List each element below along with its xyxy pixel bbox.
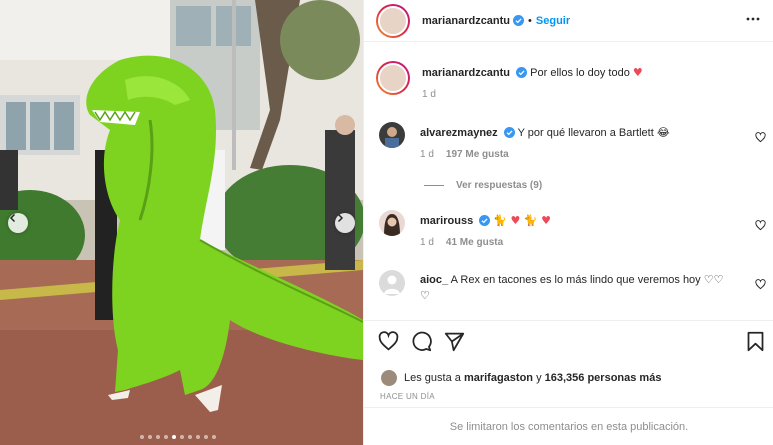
author-username[interactable]: marianardzcantu — [422, 15, 510, 27]
comment-row: aioc_ A Rex en tacones es lo más lindo q… — [376, 270, 750, 304]
comment-text: A Rex en tacones es lo más lindo que ver… — [450, 274, 724, 286]
post-photo — [0, 0, 363, 445]
verified-icon — [513, 15, 525, 26]
comment-username[interactable]: marirouss — [420, 215, 473, 227]
liker-avatar[interactable] — [380, 369, 398, 387]
author-avatar[interactable] — [376, 61, 410, 95]
caption-text: Por ellos lo doy todo — [530, 67, 630, 79]
carousel-dot — [196, 435, 200, 439]
likes-count[interactable]: 163,356 personas más — [545, 372, 662, 384]
commenter-avatar[interactable] — [379, 270, 405, 296]
caption-username[interactable]: marianardzcantu — [422, 67, 510, 79]
carousel-dot — [164, 435, 168, 439]
likes-summary: Les gusta a marifagaston y 163,356 perso… — [380, 369, 661, 387]
comment-text: Y por qué llevaron a Bartlett — [517, 127, 654, 139]
carousel-dot — [188, 435, 192, 439]
previous-photo-button[interactable] — [8, 213, 28, 233]
view-replies-button[interactable]: Ver respuestas (9) — [424, 180, 542, 191]
carousel-dot — [156, 435, 160, 439]
more-icon[interactable] — [746, 12, 760, 26]
carousel-dot — [212, 435, 216, 439]
carousel-dot — [148, 435, 152, 439]
comment-row: alvarezmaynez Y por qué llevaron a Bartl… — [376, 122, 740, 160]
carousel-dot — [172, 435, 176, 439]
author-avatar[interactable] — [376, 3, 410, 38]
comment-emoji: 🐈 ♥ 🐈 ♥ — [493, 214, 551, 227]
likes-middle: y — [536, 372, 542, 384]
view-replies-label: Ver respuestas (9) — [456, 180, 543, 191]
caption-row: marianardzcantu Por ellos lo doy todo ♥ … — [376, 61, 742, 100]
caption-age[interactable]: 1 d — [422, 89, 436, 100]
post-date[interactable]: HACE UN DÍA — [380, 392, 435, 401]
chevron-right-icon — [337, 213, 344, 223]
verified-icon — [479, 215, 491, 226]
comment-emoji: 😂 — [656, 126, 670, 139]
comments-section: marianardzcantu Por ellos lo doy todo ♥ … — [364, 43, 773, 320]
comment-icon[interactable] — [411, 331, 432, 352]
comments-limited-notice: Se limitaron los comentarios en esta pub… — [364, 407, 773, 445]
commenter-avatar[interactable] — [379, 122, 405, 148]
liker-username[interactable]: marifagaston — [464, 372, 533, 384]
post-header: marianardzcantu • Seguir — [364, 0, 773, 42]
carousel-dot — [180, 435, 184, 439]
follow-button[interactable]: Seguir — [536, 15, 570, 27]
next-photo-button[interactable] — [335, 213, 355, 233]
comment-likes[interactable]: 41 Me gusta — [446, 237, 503, 248]
comment-age[interactable]: 1 d — [420, 149, 434, 160]
dinosaur-photo — [0, 0, 363, 445]
post-details-panel: marianardzcantu • Seguir marianardzcantu… — [363, 0, 773, 445]
commenter-avatar[interactable] — [379, 210, 405, 236]
bookmark-icon[interactable] — [745, 331, 766, 352]
caption-emoji: ♥ — [632, 66, 643, 79]
verified-icon — [516, 67, 528, 78]
heart-icon[interactable] — [378, 331, 399, 352]
heart-icon[interactable] — [755, 220, 766, 231]
comment-text-continued: ♡ — [420, 289, 430, 302]
chevron-left-icon — [9, 213, 16, 223]
share-icon[interactable] — [444, 331, 465, 352]
carousel-dot — [204, 435, 208, 439]
comment-likes[interactable]: 197 Me gusta — [446, 149, 509, 160]
post-actions: Les gusta a marifagaston y 163,356 perso… — [364, 320, 773, 445]
verified-icon — [503, 127, 515, 138]
comment-age[interactable]: 1 d — [420, 237, 434, 248]
comment-row: marirouss 🐈 ♥ 🐈 ♥ 1 d 41 Me gusta — [376, 210, 740, 248]
carousel-dot — [140, 435, 144, 439]
carousel-indicator — [140, 435, 216, 439]
heart-icon[interactable] — [755, 132, 766, 143]
comment-username[interactable]: alvarezmaynez — [420, 127, 498, 139]
likes-prefix: Les gusta a — [404, 372, 461, 384]
heart-icon[interactable] — [755, 279, 766, 290]
comment-username[interactable]: aioc_ — [420, 274, 448, 286]
